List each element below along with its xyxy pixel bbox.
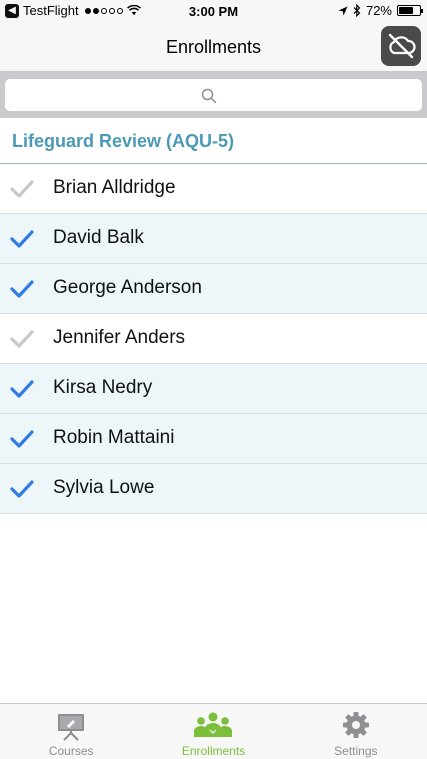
list-item[interactable]: Sylvia Lowe	[0, 464, 427, 514]
list-item[interactable]: Robin Mattaini	[0, 414, 427, 464]
gear-icon	[342, 712, 369, 738]
attendance-toggle[interactable]	[0, 414, 48, 463]
checkmark-icon	[10, 280, 34, 298]
enrollment-list: Brian Alldridge David Balk George Anderson…	[0, 164, 427, 514]
group-icon	[194, 712, 233, 737]
list-item[interactable]: Jennifer Anders	[0, 314, 427, 364]
sync-toggle-button[interactable]	[381, 26, 421, 66]
battery-percent: 72%	[365, 3, 392, 18]
bluetooth-icon	[353, 4, 361, 17]
tab-settings[interactable]: Settings	[285, 704, 427, 759]
list-item[interactable]: George Anderson	[0, 264, 427, 314]
student-name: Kirsa Nedry	[53, 377, 153, 398]
search-icon	[201, 88, 217, 104]
screen: ◀ TestFlight 3:00 PM 72% Enrollments Lif…	[0, 0, 427, 759]
navigation-bar: Enrollments	[0, 24, 427, 72]
tab-settings-label: Settings	[334, 744, 378, 758]
tab-enrollments[interactable]: Enrollments	[142, 704, 284, 759]
search-bar	[0, 72, 427, 118]
list-item[interactable]: Brian Alldridge	[0, 164, 427, 214]
course-title: Lifeguard Review (AQU-5)	[12, 131, 235, 151]
checkmark-icon	[10, 480, 34, 498]
tab-courses[interactable]: Courses	[0, 704, 142, 759]
checkmark-icon	[10, 330, 34, 348]
cloud-off-icon	[388, 33, 416, 59]
status-right: 72%	[338, 3, 423, 18]
list-item[interactable]: Kirsa Nedry	[0, 364, 427, 414]
page-title: Enrollments	[165, 37, 262, 57]
attendance-toggle[interactable]	[0, 164, 48, 213]
student-name: Sylvia Lowe	[53, 477, 155, 498]
student-name: David Balk	[53, 227, 144, 248]
course-section-header: Lifeguard Review (AQU-5)	[0, 118, 427, 164]
attendance-toggle[interactable]	[0, 214, 48, 263]
student-name: Jennifer Anders	[53, 327, 186, 348]
student-name: Robin Mattaini	[53, 427, 175, 448]
status-bar: ◀ TestFlight 3:00 PM 72%	[0, 0, 427, 24]
tab-enrollments-label: Enrollments	[181, 744, 246, 758]
checkmark-icon	[10, 430, 34, 448]
checkmark-icon	[10, 380, 34, 398]
attendance-toggle[interactable]	[0, 314, 48, 363]
battery-icon	[397, 5, 423, 16]
tab-courses-label: Courses	[48, 744, 94, 758]
tab-bar: Courses Enrollments Settings	[0, 703, 427, 759]
student-name: Brian Alldridge	[53, 177, 176, 198]
easel-icon	[58, 714, 85, 741]
location-arrow-icon	[338, 6, 348, 15]
list-item[interactable]: David Balk	[0, 214, 427, 264]
checkmark-icon	[10, 230, 34, 248]
attendance-toggle[interactable]	[0, 364, 48, 413]
student-name: George Anderson	[53, 277, 202, 298]
checkmark-icon	[10, 180, 34, 198]
attendance-toggle[interactable]	[0, 464, 48, 513]
attendance-toggle[interactable]	[0, 264, 48, 313]
